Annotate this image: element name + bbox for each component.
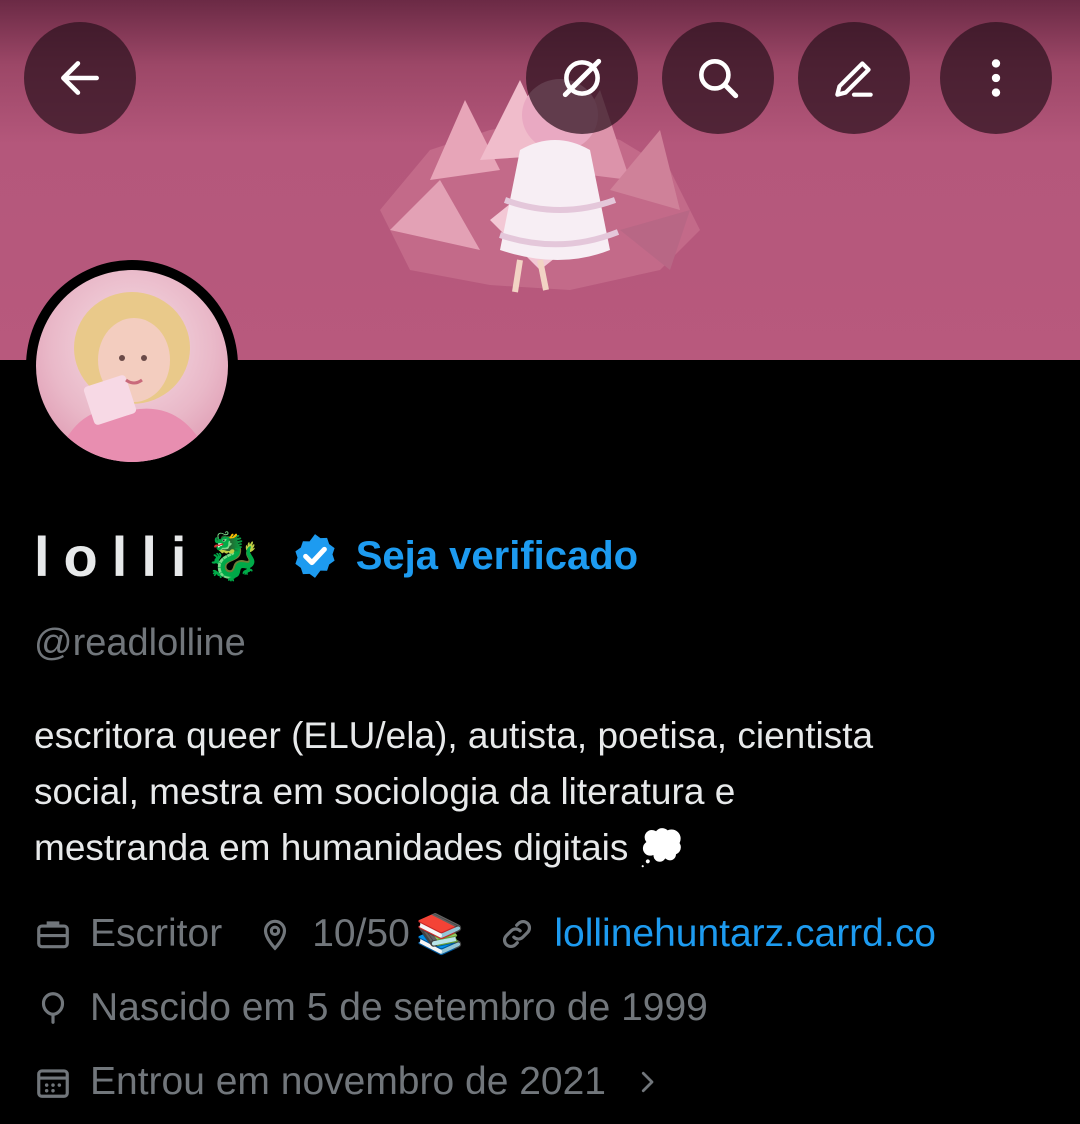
balloon-icon — [41, 992, 65, 1024]
search-icon — [699, 59, 739, 99]
briefcase-icon — [37, 921, 69, 949]
chevron-right-icon[interactable] — [632, 1067, 662, 1097]
grok-icon — [562, 58, 602, 98]
profession-item: Escritor — [34, 912, 222, 956]
search-button[interactable] — [662, 22, 774, 134]
user-handle: @readlolline — [34, 622, 246, 664]
avatar[interactable] — [26, 260, 238, 472]
edit-button[interactable] — [798, 22, 910, 134]
avatar-image — [36, 270, 228, 462]
bio-line-1: escritora queer (ELU/ela), autista, poet… — [34, 715, 874, 756]
display-name: lolli — [34, 524, 201, 588]
location-text: 10/50 — [312, 912, 410, 955]
location-item: 10/50 📚 — [256, 911, 464, 957]
bio: escritora queer (ELU/ela), autista, poet… — [34, 708, 1044, 876]
books-emoji: 📚 — [415, 912, 465, 957]
arrow-left-icon — [61, 61, 99, 95]
website-item[interactable]: lollinehuntarz.carrd.co — [498, 912, 936, 956]
bio-line-3: mestranda em humanidades digitais 💭 — [34, 820, 1044, 876]
location-pin-icon — [264, 919, 287, 951]
dragon-emoji: 🐉 — [204, 528, 262, 583]
joined-row[interactable]: Entrou em novembro de 2021 — [34, 1054, 662, 1110]
thought-bubble-emoji: 💭 — [638, 826, 685, 869]
back-button[interactable] — [24, 22, 136, 134]
name-row: lolli 🐉 Seja verificado — [34, 520, 638, 592]
website-link[interactable]: lollinehuntarz.carrd.co — [554, 912, 936, 956]
birthday-text: Nascido em 5 de setembro de 1999 — [90, 986, 708, 1029]
bio-line-3-text: mestranda em humanidades digitais — [34, 827, 629, 868]
grok-button[interactable] — [526, 22, 638, 134]
bio-line-2: social, mestra em sociologia da literatu… — [34, 771, 736, 812]
link-icon — [503, 920, 532, 948]
profile-details-row: Escritor 10/50 📚 lollinehuntarz.carrd.co — [34, 906, 936, 962]
more-button[interactable] — [940, 22, 1052, 134]
profession-text: Escritor — [90, 912, 223, 955]
calendar-icon — [37, 1069, 69, 1098]
joined-text: Entrou em novembro de 2021 — [90, 1060, 606, 1103]
birthday-row: Nascido em 5 de setembro de 1999 — [34, 980, 708, 1036]
get-verified-link[interactable]: Seja verificado — [356, 534, 638, 579]
verified-badge-icon[interactable] — [290, 531, 340, 581]
more-vertical-icon — [991, 59, 1001, 97]
pencil-icon — [835, 61, 873, 97]
